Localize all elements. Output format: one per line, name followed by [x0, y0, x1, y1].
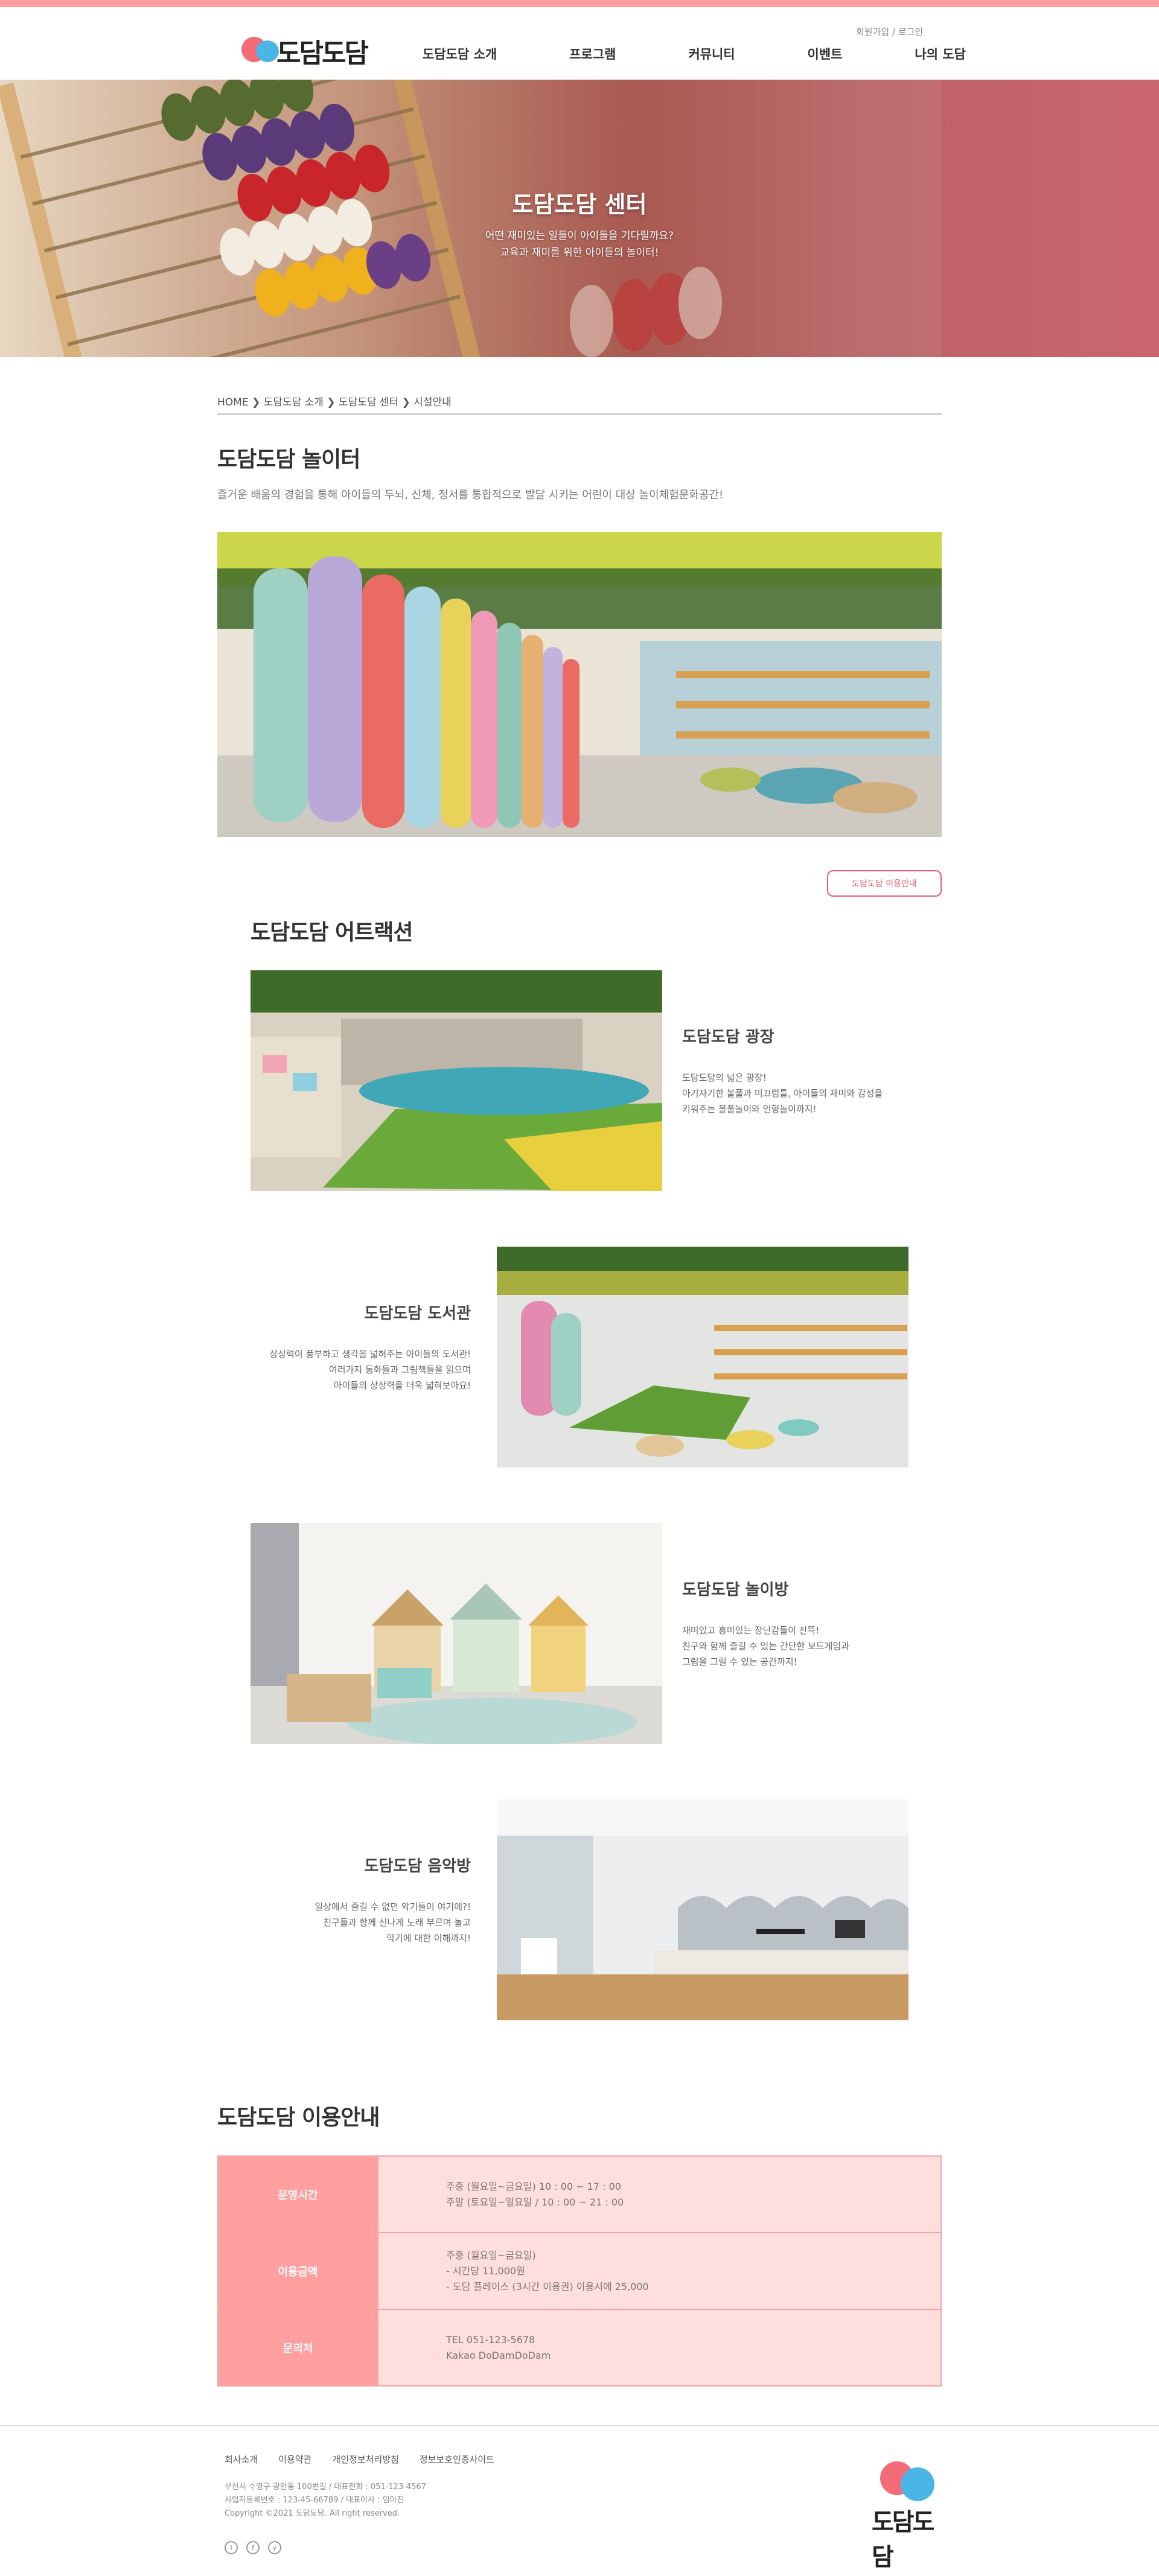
instagram-icon[interactable]: I — [225, 2541, 238, 2554]
info-body: 주중 (월요일~금요일) 10 : 00 ~ 17 : 00 주말 (토요일~일… — [378, 2157, 942, 2232]
info-line: 주중 (월요일~금요일) 10 : 00 ~ 17 : 00 — [446, 2180, 621, 2192]
login-link[interactable]: 로그인 — [898, 27, 923, 37]
attraction-name: 도담도담 음악방 — [364, 1857, 471, 1875]
breadcrumb: HOME ❯ 도담도담 소개 ❯ 도담도담 센터 ❯ 시설안내 — [217, 357, 942, 415]
attraction-item: 도담도담 음악방 일상에서 즐길 수 없던 악기들이 여기에?! 친구들과 함께… — [217, 1799, 942, 2076]
breadcrumb-center[interactable]: 도담도담 센터 — [339, 396, 398, 409]
footer-address: 부산시 수영구 광안동 100번길 / 대표전화 : 051-123-4567 — [225, 2482, 426, 2492]
music-room-photo — [497, 1799, 908, 2020]
footer-business-number: 사업자등록번호 : 123-45-66789 / 대표이사 : 임아진 — [225, 2496, 404, 2505]
usage-info-table: 운영시간 주중 (월요일~금요일) 10 : 00 ~ 17 : 00 주말 (… — [217, 2155, 942, 2387]
info-head: 운영시간 — [217, 2157, 378, 2232]
usage-guide-button[interactable]: 도담도담 이용안내 — [827, 870, 942, 897]
attraction-item: 도담도담 도서관 상상력이 풍부하고 생각을 넓혀주는 아이들의 도서관! 여러… — [217, 1247, 942, 1523]
info-line: TEL 051-123-5678 — [446, 2333, 535, 2345]
hero-subtitle-2: 교육과 재미를 위한 아이들의 놀이터! — [500, 247, 659, 259]
nav-about[interactable]: 도담도담 소개 — [423, 45, 497, 63]
nav-mypage[interactable]: 나의 도담 — [915, 45, 966, 63]
footer-company-info: 부산시 수영구 광안동 100번길 / 대표전화 : 051-123-4567 … — [225, 2481, 426, 2520]
hero-banner: 도담도담 센터 어떤 재미있는 일들이 아이들을 기다릴까요? 교육과 재미를 … — [0, 80, 1159, 357]
attraction-name: 도담도담 놀이방 — [682, 1581, 789, 1599]
main-content: HOME ❯ 도담도담 소개 ❯ 도담도담 센터 ❯ 시설안내 도담도담 놀이터… — [217, 357, 942, 2387]
attraction-desc: 도담도담의 넓은 광장! 아기자기한 볼풀과 미끄럼틀, 아이들의 재미와 감성… — [682, 1072, 883, 1115]
info-line: 주중 (월요일~금요일) — [446, 2249, 536, 2261]
hero-title: 도담도담 센터 — [512, 191, 647, 218]
footer-link-company[interactable]: 회사소개 — [225, 2453, 258, 2466]
utility-links: 회원가입 / 로그인 — [856, 27, 924, 37]
top-accent-bar — [0, 0, 1159, 7]
info-row-hours: 운영시간 주중 (월요일~금요일) 10 : 00 ~ 17 : 00 주말 (… — [217, 2157, 942, 2233]
attraction-desc: 일상에서 즐길 수 없던 악기들이 여기에?! 친구들과 함께 신나게 노래 부… — [314, 1901, 471, 1944]
youtube-icon[interactable]: y — [268, 2541, 281, 2554]
attraction-item: 도담도담 놀이방 재미있고 흥미있는 장난감들이 잔뜩! 친구와 함께 즐길 수… — [217, 1523, 942, 1799]
info-line: - 시간당 11,000원 — [446, 2265, 525, 2277]
footer-link-privacy[interactable]: 개인정보처리방침 — [332, 2453, 398, 2466]
nav-program[interactable]: 프로그램 — [569, 45, 616, 63]
attraction-name: 도담도담 광장 — [682, 1028, 774, 1046]
info-line: - 도담 플레이스 (3시간 이용권) 이용시에 25,000 — [446, 2280, 649, 2292]
main-nav: 도담도담 소개 프로그램 커뮤니티 이벤트 나의 도담 — [423, 45, 966, 63]
attractions-title: 도담도담 어트랙션 — [251, 920, 413, 945]
info-head: 문의처 — [217, 2310, 378, 2385]
library-photo — [497, 1247, 908, 1468]
plaza-photo — [251, 970, 662, 1191]
footer-logo-text: 도담도담 — [872, 2508, 934, 2571]
nav-community[interactable]: 커뮤니티 — [688, 45, 735, 63]
section-description: 즐거운 배움의 경험을 통해 아이들의 두뇌, 신체, 정서를 통합적으로 발달… — [217, 489, 724, 501]
playroom-photo — [251, 1523, 662, 1744]
breadcrumb-about[interactable]: 도담도담 소개 — [264, 396, 324, 409]
attraction-desc: 재미있고 흥미있는 장난감들이 잔뜩! 친구와 함께 즐길 수 있는 간단한 보… — [682, 1625, 850, 1667]
info-line: 주말 (토요일~일요일 / 10 : 00 ~ 21 : 00 — [446, 2196, 624, 2208]
playground-main-photo — [217, 532, 942, 837]
facebook-icon[interactable]: f — [246, 2541, 260, 2554]
footer-logo[interactable]: 도담도담 — [869, 2458, 948, 2571]
site-header: 도담도담 회원가입 / 로그인 도담도담 소개 프로그램 커뮤니티 이벤트 나의… — [0, 7, 1159, 80]
breadcrumb-current: 시설안내 — [413, 396, 452, 409]
hero-subtitle-1: 어떤 재미있는 일들이 아이들을 기다릴까요? — [485, 230, 674, 242]
footer-copyright: Copyright ©2021 도담도담. All right reserved… — [225, 2509, 400, 2518]
site-footer: 회사소개 이용약관 개인정보처리방침 정보보호인증사이트 부산시 수영구 광안동… — [0, 2425, 1159, 2576]
info-row-contact: 문의처 TEL 051-123-5678 Kakao DoDamDoDam — [217, 2310, 942, 2387]
info-line: Kakao DoDamDoDam — [446, 2349, 551, 2361]
attractions-list: 도담도담 광장 도담도담의 넓은 광장! 아기자기한 볼풀과 미끄럼틀, 아이들… — [217, 970, 942, 2076]
logo-mascot-icon — [241, 34, 280, 67]
nav-event[interactable]: 이벤트 — [808, 45, 843, 63]
info-row-price: 이용금액 주중 (월요일~금요일) - 시간당 11,000원 - 도담 플레이… — [217, 2233, 942, 2310]
logo-text: 도담도담 — [276, 38, 369, 69]
sns-links: I f y — [225, 2541, 281, 2554]
usage-info-title: 도담도담 이용안내 — [217, 2105, 380, 2130]
info-body: TEL 051-123-5678 Kakao DoDamDoDam — [378, 2310, 942, 2385]
footer-link-terms[interactable]: 이용약관 — [278, 2453, 311, 2466]
attraction-name: 도담도담 도서관 — [364, 1305, 471, 1323]
footer-link-security[interactable]: 정보보호인증사이트 — [420, 2453, 494, 2466]
breadcrumb-home[interactable]: HOME — [217, 396, 249, 409]
section-title: 도담도담 놀이터 — [217, 447, 360, 472]
attraction-desc: 상상력이 풍부하고 생각을 넓혀주는 아이들의 도서관! 여러가지 동화들과 그… — [269, 1349, 471, 1391]
info-body: 주중 (월요일~금요일) - 시간당 11,000원 - 도담 플레이스 (3시… — [378, 2233, 942, 2309]
join-link[interactable]: 회원가입 — [856, 27, 889, 37]
attraction-item: 도담도담 광장 도담도담의 넓은 광장! 아기자기한 볼풀과 미끄럼틀, 아이들… — [217, 970, 942, 1247]
footer-links: 회사소개 이용약관 개인정보처리방침 정보보호인증사이트 — [225, 2453, 494, 2466]
info-head: 이용금액 — [217, 2233, 378, 2309]
site-logo[interactable]: 도담도담 — [241, 31, 369, 70]
